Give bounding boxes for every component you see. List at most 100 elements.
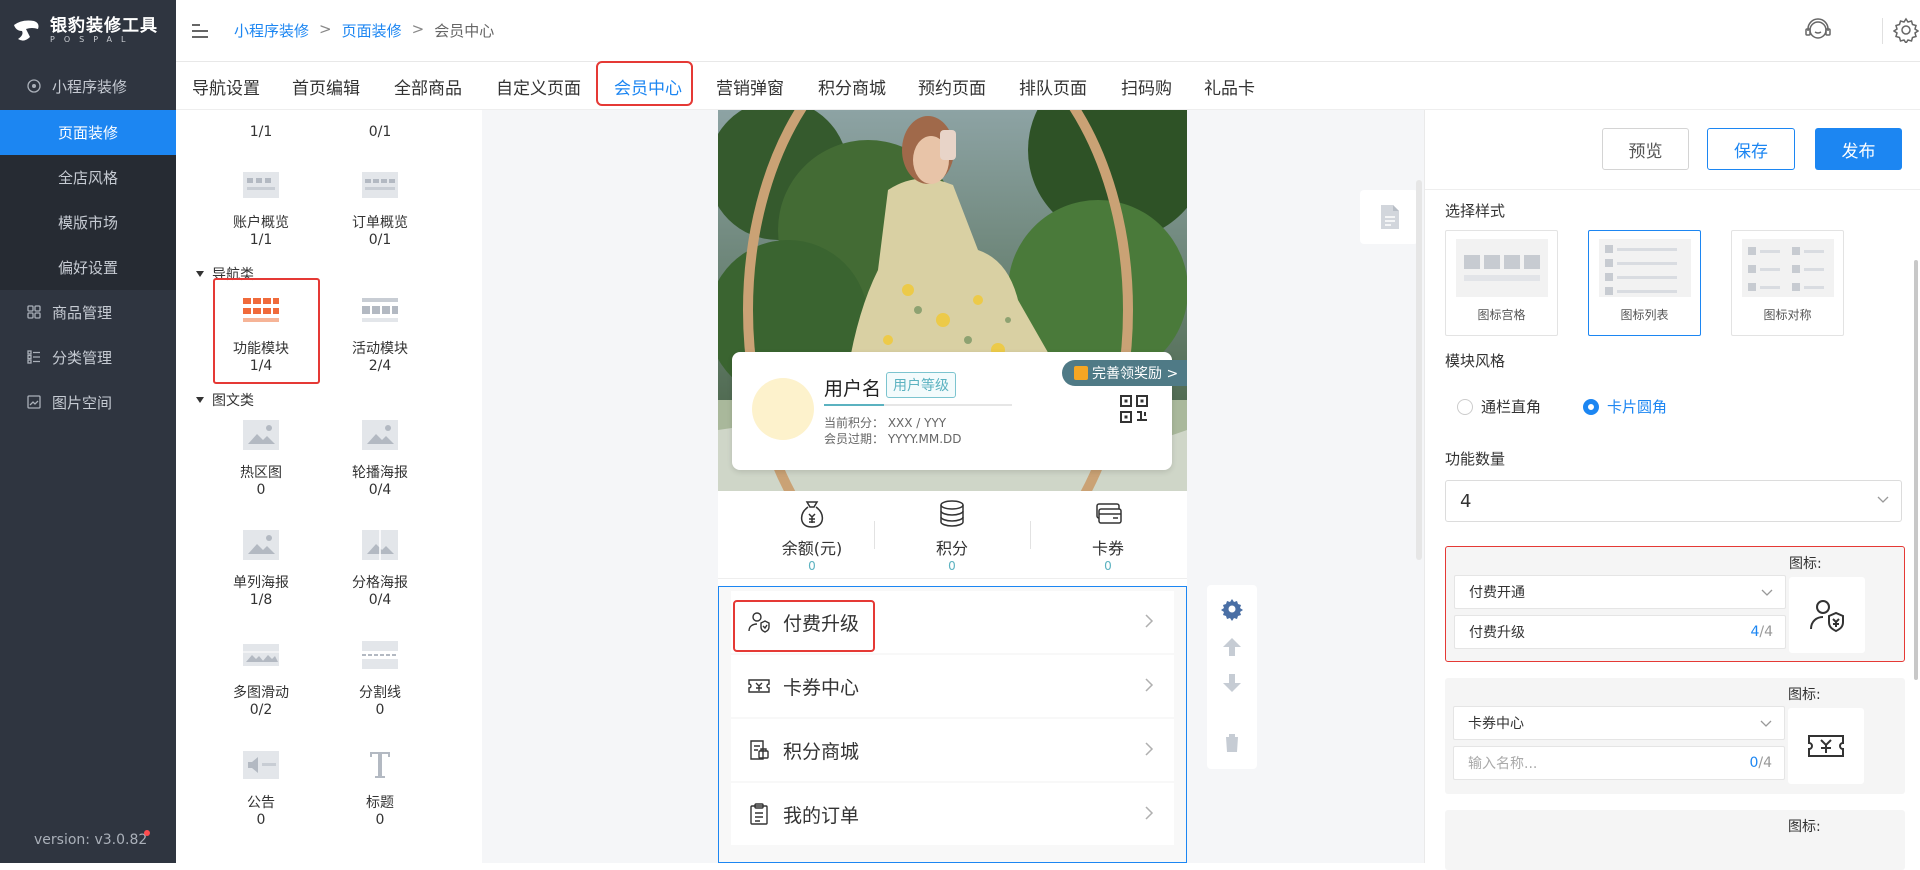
sidebar-group-label: 图片空间 — [52, 393, 113, 412]
phone-preview: 用户名 用户等级 当前积分： XXX / YYY 会员过期： YYYY.MM.D… — [718, 110, 1187, 863]
gear-icon[interactable] — [1890, 14, 1920, 46]
list-item[interactable]: 积分商城 — [731, 719, 1174, 781]
icon-symmetric-preview — [1741, 239, 1834, 297]
sidebar-item-template-market[interactable]: 模版市场 — [0, 200, 176, 245]
function-type-select[interactable]: 卡券中心 — [1453, 706, 1785, 740]
arrow-up-icon[interactable] — [1220, 635, 1244, 659]
component-count: 1/8 — [249, 592, 273, 608]
member-card[interactable]: 用户名 用户等级 当前积分： XXX / YYY 会员过期： YYYY.MM.D… — [732, 352, 1187, 470]
style-option-icon-grid[interactable]: 图标宫格 — [1445, 230, 1558, 336]
component-activity-module[interactable]: 活动模块 2/4 — [325, 294, 435, 375]
tab-gift-card[interactable]: 礼品卡 — [1204, 74, 1255, 99]
tab-booking[interactable]: 预约页面 — [918, 74, 986, 99]
settings-scrollbar[interactable] — [1914, 260, 1918, 680]
sidebar-group-images[interactable]: 图片空间 — [0, 380, 176, 424]
qr-code-icon[interactable] — [1119, 394, 1149, 424]
settings-panel: 预览 保存 发布 选择样式 图标宫格 图标列表 图标对称 模块风格 通栏直角 卡… — [1424, 110, 1920, 870]
component-count: 1/1 — [249, 232, 273, 248]
component-label: 订单概览 — [352, 215, 408, 231]
sidebar-group-label: 小程序装修 — [52, 77, 128, 96]
icon-list-preview — [1598, 239, 1691, 297]
component-single-poster[interactable]: 单列海报 1/8 — [206, 528, 316, 609]
tab-points-mall[interactable]: 积分商城 — [818, 74, 886, 99]
component-notice[interactable]: 公告 0 — [206, 748, 316, 829]
tab-home-edit[interactable]: 首页编辑 — [292, 74, 360, 99]
component-multi-slide[interactable]: 多图滑动 0/2 — [206, 638, 316, 719]
function-icon-picker[interactable] — [1788, 708, 1864, 784]
list-item[interactable]: 卡券中心 — [731, 655, 1174, 717]
chevron-right-icon — [1145, 742, 1154, 756]
tab-scan-buy[interactable]: 扫码购 — [1121, 74, 1172, 99]
function-type-select[interactable]: 付费开通 — [1454, 575, 1786, 609]
component-hotspot[interactable]: 热区图 0 — [206, 418, 316, 499]
level-progress-bar — [824, 404, 1012, 406]
tab-nav-settings[interactable]: 导航设置 — [192, 74, 260, 99]
component-carousel[interactable]: 轮播海报 0/4 — [325, 418, 435, 499]
component-account-overview[interactable]: 账户概览 1/1 — [206, 168, 316, 249]
function-name-input[interactable]: 输入名称... 0/4 — [1453, 746, 1785, 780]
module-style-label: 模块风格 — [1445, 352, 1506, 370]
brand-logo: 银豹装修工具 POSPAL — [12, 14, 172, 48]
style-option-icon-symmetric[interactable]: 图标对称 — [1731, 230, 1844, 336]
tab-marketing-popup[interactable]: 营销弹窗 — [716, 74, 784, 99]
page-settings-button[interactable] — [1360, 190, 1418, 244]
gear-icon[interactable] — [1220, 597, 1244, 621]
breadcrumb-link[interactable]: 小程序装修 — [234, 20, 309, 41]
function-name-value: 付费升级 — [1469, 625, 1525, 641]
radio-card-rounded[interactable] — [1583, 398, 1600, 415]
sidebar-item-preferences[interactable]: 偏好设置 — [0, 245, 176, 290]
sidebar-group-decoration[interactable]: 小程序装修 — [0, 64, 176, 108]
menu-toggle-icon[interactable] — [190, 22, 210, 40]
component-order-overview[interactable]: 订单概览 0/1 — [325, 168, 435, 249]
save-button[interactable]: 保存 — [1707, 128, 1795, 170]
sidebar-group-products[interactable]: 商品管理 — [0, 290, 176, 334]
component-count: 0 — [375, 812, 385, 828]
member-stats: 余额(元) 0 积分 0 卡券 0 — [718, 491, 1187, 579]
tab-queue[interactable]: 排队页面 — [1019, 74, 1087, 99]
component-divider[interactable]: 分割线 0 — [325, 638, 435, 719]
tab-all-products[interactable]: 全部商品 — [394, 74, 462, 99]
component-grid-poster[interactable]: 分格海报 0/4 — [325, 528, 435, 609]
expire-text: 会员过期： YYYY.MM.DD — [824, 432, 962, 446]
function-module-highlight — [213, 278, 320, 384]
func-count-select[interactable]: 4 — [1445, 480, 1902, 522]
component-label: 公告 — [247, 795, 275, 811]
stat-value: 0 — [948, 559, 956, 573]
customer-service-icon[interactable] — [1802, 14, 1834, 46]
account-overview-icon — [243, 172, 279, 198]
function-icon-picker[interactable] — [1789, 577, 1865, 653]
component-title[interactable]: 标题 0 — [325, 748, 435, 829]
char-count-total: /4 — [1758, 755, 1772, 771]
breadcrumb-separator: > — [411, 20, 425, 38]
list-item-label: 我的订单 — [783, 804, 860, 827]
preview-button[interactable]: 预览 — [1602, 128, 1689, 170]
style-option-icon-list[interactable]: 图标列表 — [1588, 230, 1701, 336]
publish-button[interactable]: 发布 — [1815, 128, 1902, 170]
sidebar-item-store-style[interactable]: 全店风格 — [0, 155, 176, 200]
reward-button[interactable]: 完善领奖励 > — [1062, 360, 1187, 386]
canvas-scrollbar[interactable] — [1416, 180, 1422, 560]
list-item[interactable]: 我的订单 — [731, 783, 1174, 845]
arrow-down-icon[interactable] — [1220, 671, 1244, 695]
page-tabs: 导航设置 首页编辑 全部商品 自定义页面 会员中心 营销弹窗 积分商城 预约页面… — [176, 62, 1920, 110]
delete-module-button[interactable] — [1207, 717, 1257, 769]
stat-balance[interactable]: 余额(元) 0 — [742, 499, 882, 573]
radio-fullwidth[interactable] — [1457, 398, 1473, 415]
function-name-input[interactable]: 付费升级 4/4 — [1454, 615, 1786, 649]
breadcrumb-link[interactable]: 页面装修 — [342, 20, 402, 41]
points-mall-icon — [750, 740, 769, 760]
sidebar-item-page-decoration[interactable]: 页面装修 — [0, 110, 176, 155]
category-label: 图文类 — [212, 393, 254, 409]
category-media[interactable]: 图文类 — [196, 390, 254, 410]
avatar — [752, 378, 814, 440]
grid-poster-icon — [362, 530, 398, 560]
stat-points[interactable]: 积分 0 — [882, 499, 1022, 573]
char-count: 0/4 — [1749, 755, 1772, 771]
component-panel: 1/1 0/1 账户概览 1/1 订单概览 0/1 导航类 功能模块 1/4 活… — [176, 110, 482, 863]
function-module-preview[interactable]: 付费升级 卡券中心 积分商城 我的订单 — [718, 586, 1187, 863]
tab-custom-page[interactable]: 自定义页面 — [496, 74, 581, 99]
stat-coupons[interactable]: 卡券 0 — [1038, 499, 1178, 573]
top-divider — [1882, 18, 1883, 44]
sidebar-group-categories[interactable]: 分类管理 — [0, 335, 176, 379]
reward-label: 完善领奖励 > — [1092, 366, 1179, 382]
